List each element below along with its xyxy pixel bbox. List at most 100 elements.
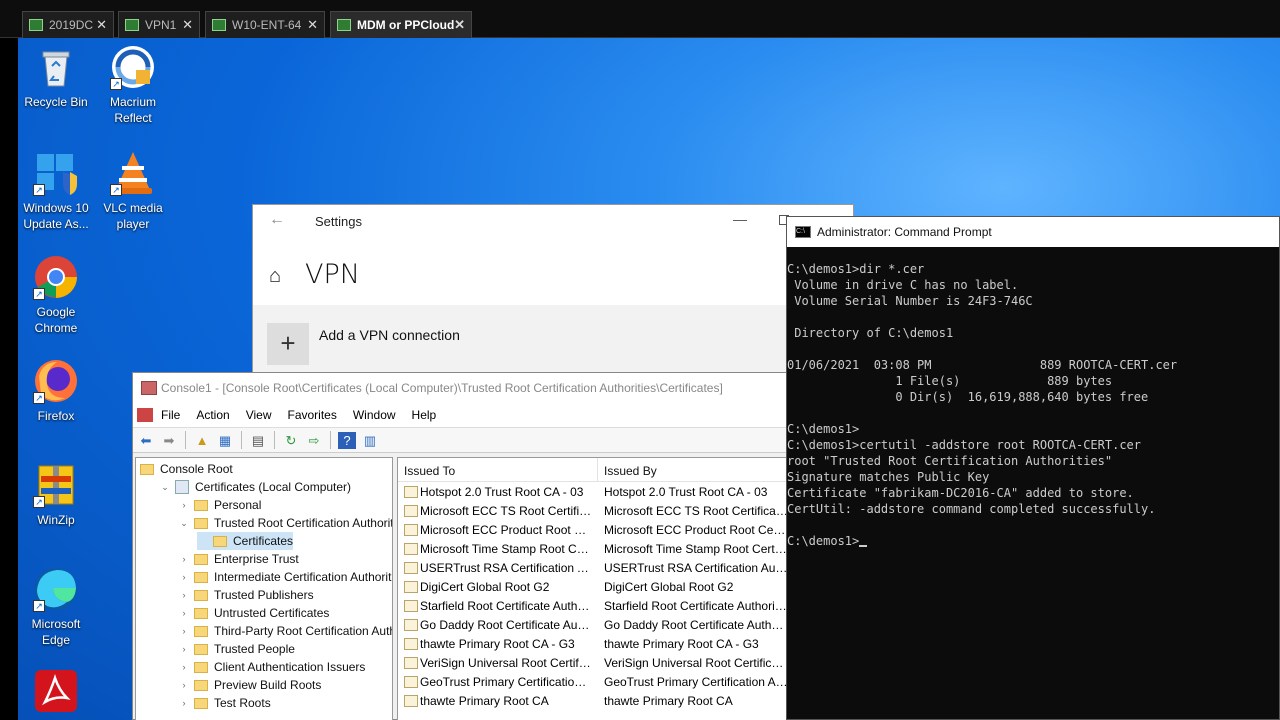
certificate-icon xyxy=(404,638,418,650)
chevron-down-icon[interactable]: ⌄ xyxy=(159,482,171,493)
vm-tab-mdm[interactable]: MDM or PPCloud ✕ xyxy=(330,11,472,38)
tree-item[interactable]: Console Root xyxy=(140,460,233,478)
desktop-icon-chrome[interactable]: ↗ Google Chrome xyxy=(18,254,96,336)
show-hide-tree-icon[interactable]: ▦ xyxy=(216,432,234,449)
column-issued-by[interactable]: Issued By xyxy=(604,464,657,478)
clipboard-icon[interactable]: ▤ xyxy=(249,432,267,449)
table-row[interactable]: thawte Primary Root CA thawte Primary Roo… xyxy=(398,692,788,711)
close-icon[interactable]: ✕ xyxy=(454,17,465,33)
tree-item[interactable]: › Enterprise Trust xyxy=(178,550,299,568)
chevron-right-icon[interactable]: › xyxy=(178,662,190,672)
tree-item[interactable]: › Test Roots xyxy=(178,694,271,712)
tree-item[interactable]: › Preview Build Roots xyxy=(178,676,322,694)
desktop-icon-firefox[interactable]: ↗ Firefox xyxy=(18,358,96,424)
menu-view[interactable]: View xyxy=(238,408,280,422)
desktop-icon-macrium[interactable]: ↗ Macrium Reflect xyxy=(93,44,173,126)
issued-to-cell: VeriSign Universal Root Certifica... xyxy=(420,656,592,670)
table-row[interactable]: USERTrust RSA Certification Auth... USERT… xyxy=(398,559,788,578)
desktop-icon-vlc[interactable]: ↗ VLC media player xyxy=(93,150,173,232)
home-icon[interactable]: ⌂ xyxy=(269,265,281,288)
menu-favorites[interactable]: Favorites xyxy=(280,408,345,422)
desktop-icon-recycle-bin[interactable]: Recycle Bin xyxy=(18,44,96,110)
vm-tab-vpn1[interactable]: VPN1 ✕ xyxy=(118,11,200,38)
mmc-toolbar: ⬅ ➡ ▲ ▦ ▤ ↻ ⇨ ? ▥ xyxy=(133,427,787,453)
chevron-right-icon[interactable]: › xyxy=(178,554,190,564)
menu-window[interactable]: Window xyxy=(345,408,404,422)
text-cursor xyxy=(859,545,868,547)
desktop-icon-acrobat[interactable] xyxy=(18,668,96,718)
table-row[interactable]: VeriSign Universal Root Certifica... Veri… xyxy=(398,654,788,673)
vm-tab-2019dc[interactable]: 2019DC ✕ xyxy=(22,11,114,38)
tree-item[interactable]: › Trusted People xyxy=(178,640,295,658)
folder-icon xyxy=(140,463,154,475)
help-icon[interactable]: ? xyxy=(338,431,356,449)
certificate-icon xyxy=(404,543,418,555)
chevron-right-icon[interactable]: › xyxy=(178,590,190,600)
back-arrow-icon[interactable]: ⬅ xyxy=(137,432,155,449)
tree-item-label: Trusted People xyxy=(214,642,295,656)
tree-item[interactable]: ⌄ Certificates (Local Computer) xyxy=(159,478,351,496)
certificate-icon xyxy=(404,619,418,631)
export-list-icon[interactable]: ⇨ xyxy=(305,432,323,449)
chevron-right-icon[interactable]: › xyxy=(178,626,190,636)
chevron-right-icon[interactable]: › xyxy=(178,680,190,690)
vm-tab-label: 2019DC xyxy=(49,18,94,32)
issued-to-cell: thawte Primary Root CA xyxy=(420,694,549,708)
desktop-icon-label: Microsoft Edge xyxy=(31,617,81,647)
menu-help[interactable]: Help xyxy=(404,408,445,422)
vm-tab-w10[interactable]: W10-ENT-64 ✕ xyxy=(205,11,325,38)
menu-action[interactable]: Action xyxy=(188,408,237,422)
chevron-right-icon[interactable]: › xyxy=(178,644,190,654)
tree-item[interactable]: › Intermediate Certification Authorities xyxy=(178,568,393,586)
tree-item[interactable]: › Third-Party Root Certification Authori xyxy=(178,622,393,640)
table-row[interactable]: Microsoft Time Stamp Root Cert... Microso… xyxy=(398,540,788,559)
minimize-icon[interactable]: — xyxy=(733,211,747,227)
forward-arrow-icon[interactable]: ➡ xyxy=(160,432,178,449)
chevron-right-icon[interactable]: › xyxy=(178,500,190,510)
chevron-down-icon[interactable]: ⌄ xyxy=(178,518,190,529)
add-vpn-connection-button[interactable]: + Add a VPN connection xyxy=(253,305,855,373)
cmd-line: CertUtil: -addstore command completed su… xyxy=(787,502,1156,516)
chrome-icon: ↗ xyxy=(33,254,79,300)
tree-item[interactable]: › Trusted Publishers xyxy=(178,586,314,604)
tree-item-label: Console Root xyxy=(160,462,233,476)
up-folder-icon[interactable]: ▲ xyxy=(193,432,211,449)
tree-item[interactable]: › Personal xyxy=(178,496,262,514)
tree-item[interactable]: Certificates xyxy=(197,532,294,550)
table-row[interactable]: DigiCert Global Root G2 DigiCert Global R… xyxy=(398,578,788,597)
close-icon[interactable]: ✕ xyxy=(307,17,318,33)
table-row[interactable]: Hotspot 2.0 Trust Root CA - 03 Hotspot 2.… xyxy=(398,483,788,502)
table-row[interactable]: GeoTrust Primary Certification A... GeoTr… xyxy=(398,673,788,692)
chevron-right-icon[interactable]: › xyxy=(178,608,190,618)
tree-item[interactable]: ⌄ Trusted Root Certification Authorities xyxy=(178,514,392,532)
back-arrow-icon[interactable]: ← xyxy=(269,211,285,229)
issued-to-cell: USERTrust RSA Certification Auth... xyxy=(420,561,592,575)
shortcut-arrow-icon: ↗ xyxy=(110,78,122,90)
close-icon[interactable]: ✕ xyxy=(182,17,193,33)
issued-to-cell: Microsoft Time Stamp Root Cert... xyxy=(420,542,592,556)
refresh-icon[interactable]: ↻ xyxy=(282,432,300,449)
column-issued-to[interactable]: Issued To xyxy=(404,464,455,478)
mmc-menu-icon[interactable] xyxy=(137,408,153,422)
tree-item[interactable]: › Client Authentication Issuers xyxy=(178,658,366,676)
chevron-right-icon[interactable]: › xyxy=(178,572,190,582)
folder-icon xyxy=(194,571,208,583)
cmd-output[interactable]: C:\demos1>dir *.cer Volume in drive C ha… xyxy=(787,261,1177,549)
table-row[interactable]: thawte Primary Root CA - G3 thawte Primar… xyxy=(398,635,788,654)
desktop-icon-winzip[interactable]: ↗ WinZip xyxy=(18,462,96,528)
desktop-icon-windows-update[interactable]: ↗ Windows 10 Update As... xyxy=(18,150,96,232)
close-icon[interactable]: ✕ xyxy=(96,17,107,33)
shortcut-arrow-icon: ↗ xyxy=(33,496,45,508)
certificate-icon xyxy=(404,695,418,707)
desktop-icon-edge[interactable]: ↗ Microsoft Edge xyxy=(18,566,96,648)
recycle-bin-icon xyxy=(33,44,79,90)
tree-item[interactable]: › Untrusted Certificates xyxy=(178,604,330,622)
menu-file[interactable]: File xyxy=(153,408,188,422)
table-row[interactable]: Microsoft ECC TS Root Certificat... Micro… xyxy=(398,502,788,521)
table-row[interactable]: Go Daddy Root Certificate Auth... Go Dadd… xyxy=(398,616,788,635)
table-row[interactable]: Starfield Root Certificate Authori... Sta… xyxy=(398,597,788,616)
table-row[interactable]: Microsoft ECC Product Root Cert... Micros… xyxy=(398,521,788,540)
show-action-pane-icon[interactable]: ▥ xyxy=(361,432,379,449)
vm-icon xyxy=(212,19,226,31)
chevron-right-icon[interactable]: › xyxy=(178,698,190,708)
